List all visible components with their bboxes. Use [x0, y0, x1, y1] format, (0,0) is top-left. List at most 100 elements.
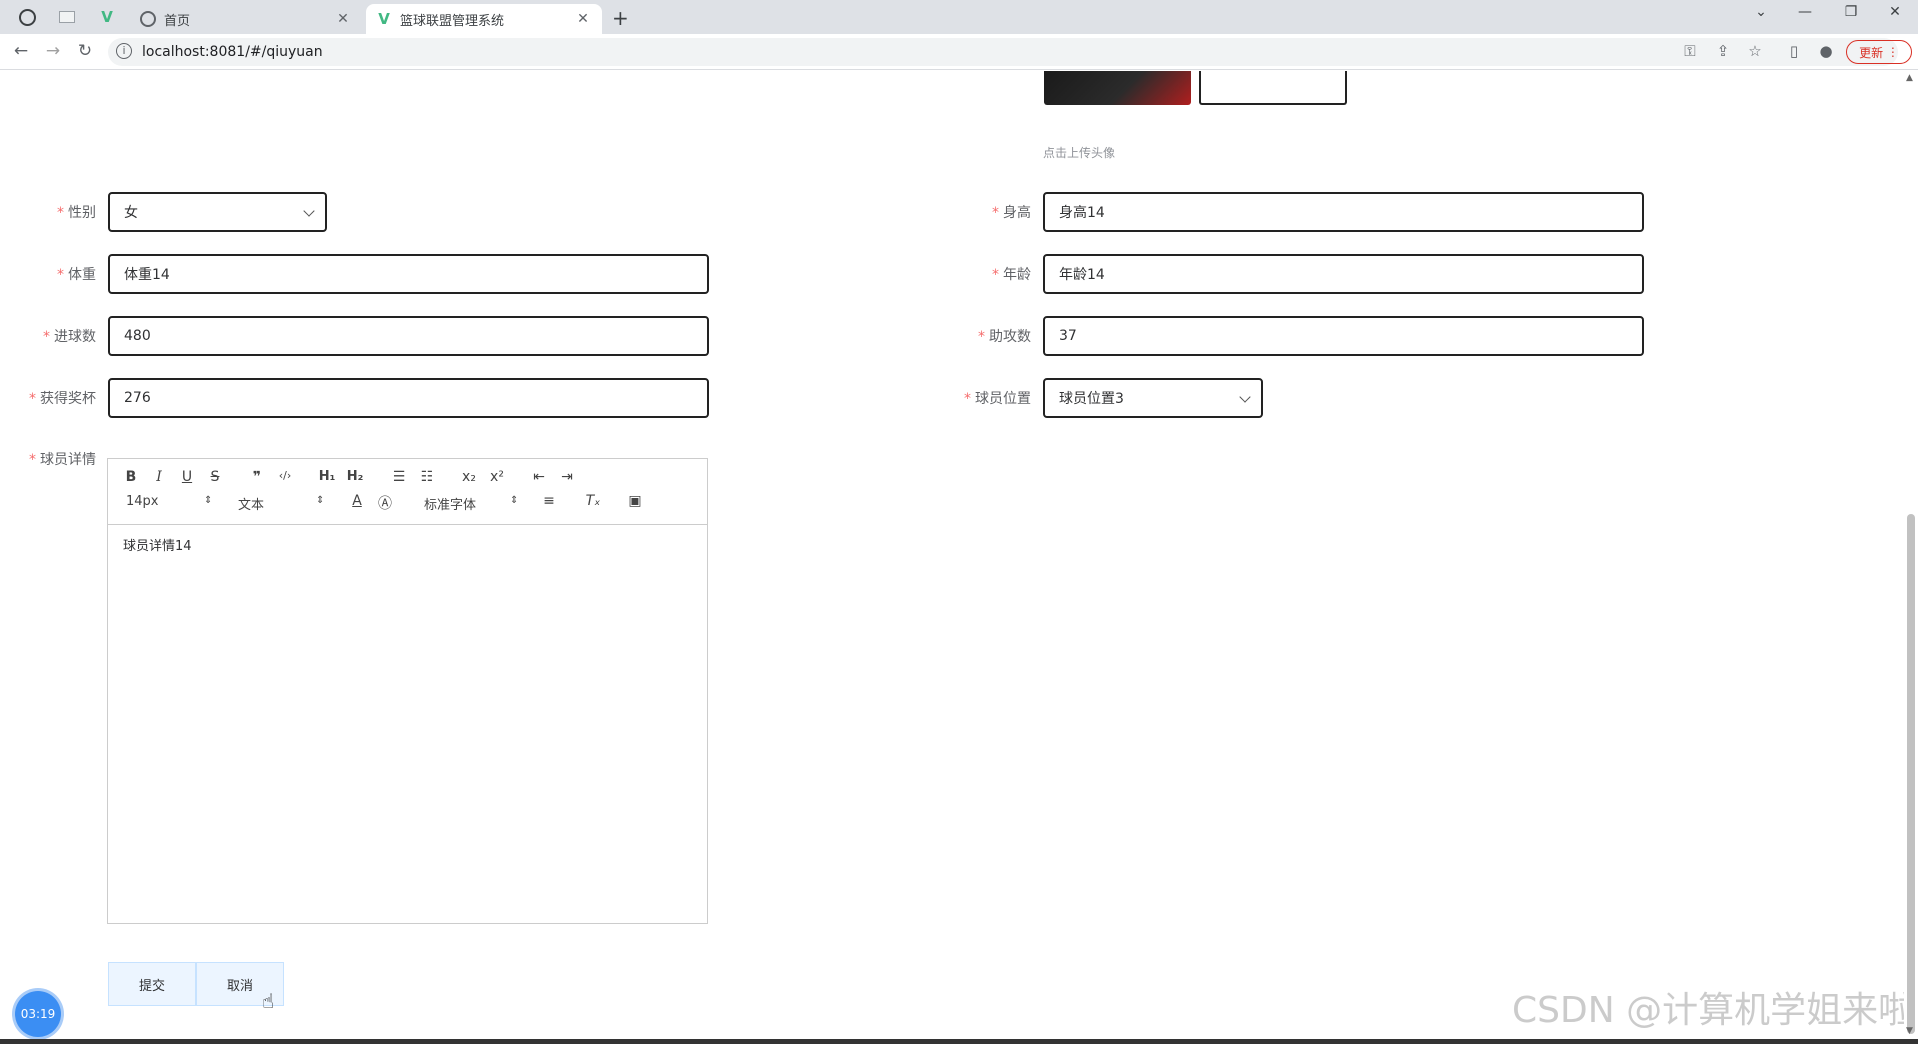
heading-1-icon[interactable]: H₁: [316, 469, 338, 484]
bullet-list-icon[interactable]: ☷: [416, 469, 438, 485]
avatar-image[interactable]: [1044, 71, 1191, 105]
align-icon[interactable]: ≡: [538, 493, 560, 509]
window-close-button[interactable]: ✕: [1880, 4, 1910, 20]
gender-label: * 性别: [57, 205, 96, 221]
page-scrollbar[interactable]: ▲ ▼: [1904, 71, 1918, 1039]
details-label: * 球员详情: [29, 452, 96, 468]
tab-search-icon[interactable]: ⌄: [1746, 4, 1776, 20]
info-icon[interactable]: i: [116, 43, 132, 59]
avatar-upload-hint: 点击上传头像: [1043, 146, 1116, 160]
updown-icon: ⇕: [316, 495, 325, 506]
key-icon[interactable]: ⚿: [1680, 42, 1700, 60]
star-icon[interactable]: ☆: [1745, 42, 1765, 60]
heading-2-icon[interactable]: H₂: [344, 469, 366, 484]
bold-icon[interactable]: B: [120, 469, 142, 485]
pinned-tab-blank-icon[interactable]: [52, 4, 82, 30]
italic-icon[interactable]: I: [148, 469, 170, 485]
blockquote-icon[interactable]: ❞: [246, 469, 268, 485]
chevron-down-icon: [1239, 391, 1251, 403]
browser-tab-strip: V 首页 ✕ V 篮球联盟管理系统 ✕ + ⌄ — ❐ ✕: [0, 0, 1918, 34]
address-bar[interactable]: i localhost:8081/#/qiuyuan: [108, 38, 1898, 66]
editor-content[interactable]: 球员详情14: [108, 525, 707, 564]
forward-arrow-icon[interactable]: →: [42, 41, 64, 61]
font-size-select[interactable]: 14px ⇕: [126, 494, 216, 509]
height-value: 身高14: [1059, 205, 1105, 221]
clear-format-icon[interactable]: Tₓ: [582, 493, 604, 509]
superscript-icon[interactable]: x²: [486, 469, 508, 485]
submit-button[interactable]: 提交: [108, 962, 196, 1006]
gender-value: 女: [124, 205, 138, 221]
font-family-select[interactable]: 标准字体 ⇕: [424, 494, 520, 513]
page-content: 点击上传头像 * 性别 女 * 身高 身高14 * 体重 体重14 * 年龄 年龄14 …: [0, 71, 1918, 1039]
watermark: CSDN @计算机学姐来啦: [1512, 990, 1915, 1031]
gender-select[interactable]: 女: [108, 192, 327, 232]
profile-avatar-icon[interactable]: ●: [1816, 42, 1836, 60]
background-color-icon[interactable]: Ⓐ: [374, 493, 396, 513]
strikethrough-icon[interactable]: S: [204, 469, 226, 485]
submit-label: 提交: [138, 978, 165, 994]
tab-basketball-system[interactable]: V 篮球联盟管理系统 ✕: [366, 4, 602, 34]
timer-text: 03:19: [20, 1007, 56, 1021]
rich-text-editor: B I U S ❞ ‹/› H₁ H₂ ☰ ☷ x₂ x² ⇤ ⇥ 14px ⇕…: [107, 458, 708, 924]
header-select[interactable]: 文本 ⇕: [238, 494, 328, 513]
update-button[interactable]: 更新 ⋮: [1846, 40, 1912, 64]
font-family-value: 标准字体: [424, 498, 477, 513]
share-icon[interactable]: ⇪: [1713, 42, 1733, 60]
text-color-icon[interactable]: A: [346, 493, 368, 509]
image-icon[interactable]: ▣: [624, 493, 646, 509]
goals-value: 480: [124, 328, 151, 344]
updown-icon: ⇕: [510, 495, 519, 506]
assists-input[interactable]: 37: [1043, 316, 1644, 356]
position-value: 球员位置3: [1059, 391, 1124, 407]
cancel-label: 取消: [226, 978, 253, 994]
close-icon[interactable]: ✕: [334, 11, 352, 27]
age-label: * 年龄: [992, 267, 1031, 283]
tab-home[interactable]: 首页 ✕: [130, 4, 362, 34]
scroll-up-icon[interactable]: ▲: [1906, 73, 1913, 83]
pinned-tab-globe-icon[interactable]: [12, 4, 42, 30]
underline-icon[interactable]: U: [176, 469, 198, 485]
height-input[interactable]: 身高14: [1043, 192, 1644, 232]
header-value: 文本: [238, 498, 265, 513]
subscript-icon[interactable]: x₂: [458, 469, 480, 485]
restore-button[interactable]: ❐: [1836, 4, 1866, 20]
trophies-label: * 获得奖杯: [29, 391, 96, 407]
scroll-down-icon[interactable]: ▼: [1906, 1026, 1913, 1036]
trophies-input[interactable]: 276: [108, 378, 709, 418]
back-arrow-icon[interactable]: ←: [10, 41, 32, 61]
avatar-upload-box[interactable]: [1199, 71, 1347, 105]
position-label: * 球员位置: [964, 391, 1031, 407]
hand-cursor-icon: ☝: [262, 989, 275, 1013]
outdent-icon[interactable]: ⇤: [528, 469, 550, 485]
pinned-tab-vue-icon[interactable]: V: [92, 4, 122, 30]
browser-toolbar: ← → ↻ i localhost:8081/#/qiuyuan ⚿ ⇪ ☆ ▯…: [0, 34, 1918, 70]
reload-icon[interactable]: ↻: [74, 41, 96, 61]
editor-text: 球员详情14: [123, 539, 192, 554]
url-text: localhost:8081/#/qiuyuan: [142, 44, 323, 60]
height-label: * 身高: [992, 205, 1031, 221]
side-panel-icon[interactable]: ▯: [1784, 42, 1804, 60]
scrollbar-thumb[interactable]: [1907, 514, 1915, 1034]
new-tab-button[interactable]: +: [612, 6, 629, 30]
globe-icon: [140, 11, 156, 27]
code-block-icon[interactable]: ‹/›: [274, 469, 296, 482]
minimize-button[interactable]: —: [1790, 4, 1820, 20]
position-select[interactable]: 球员位置3: [1043, 378, 1263, 418]
vue-logo-icon: V: [378, 10, 390, 28]
updown-icon: ⇕: [204, 495, 213, 506]
assists-label: * 助攻数: [978, 329, 1031, 345]
age-input[interactable]: 年龄14: [1043, 254, 1644, 294]
weight-value: 体重14: [124, 267, 170, 283]
editor-toolbar: B I U S ❞ ‹/› H₁ H₂ ☰ ☷ x₂ x² ⇤ ⇥ 14px ⇕…: [108, 459, 707, 525]
goals-input[interactable]: 480: [108, 316, 709, 356]
weight-label: * 体重: [57, 267, 96, 283]
weight-input[interactable]: 体重14: [108, 254, 709, 294]
ordered-list-icon[interactable]: ☰: [388, 469, 410, 485]
chevron-down-icon: [303, 205, 315, 217]
age-value: 年龄14: [1059, 267, 1105, 283]
update-label: 更新: [1859, 45, 1884, 60]
recording-timer[interactable]: 03:19: [15, 991, 61, 1037]
taskbar-edge: [0, 1039, 1918, 1044]
indent-icon[interactable]: ⇥: [556, 469, 578, 485]
close-icon[interactable]: ✕: [574, 11, 592, 27]
